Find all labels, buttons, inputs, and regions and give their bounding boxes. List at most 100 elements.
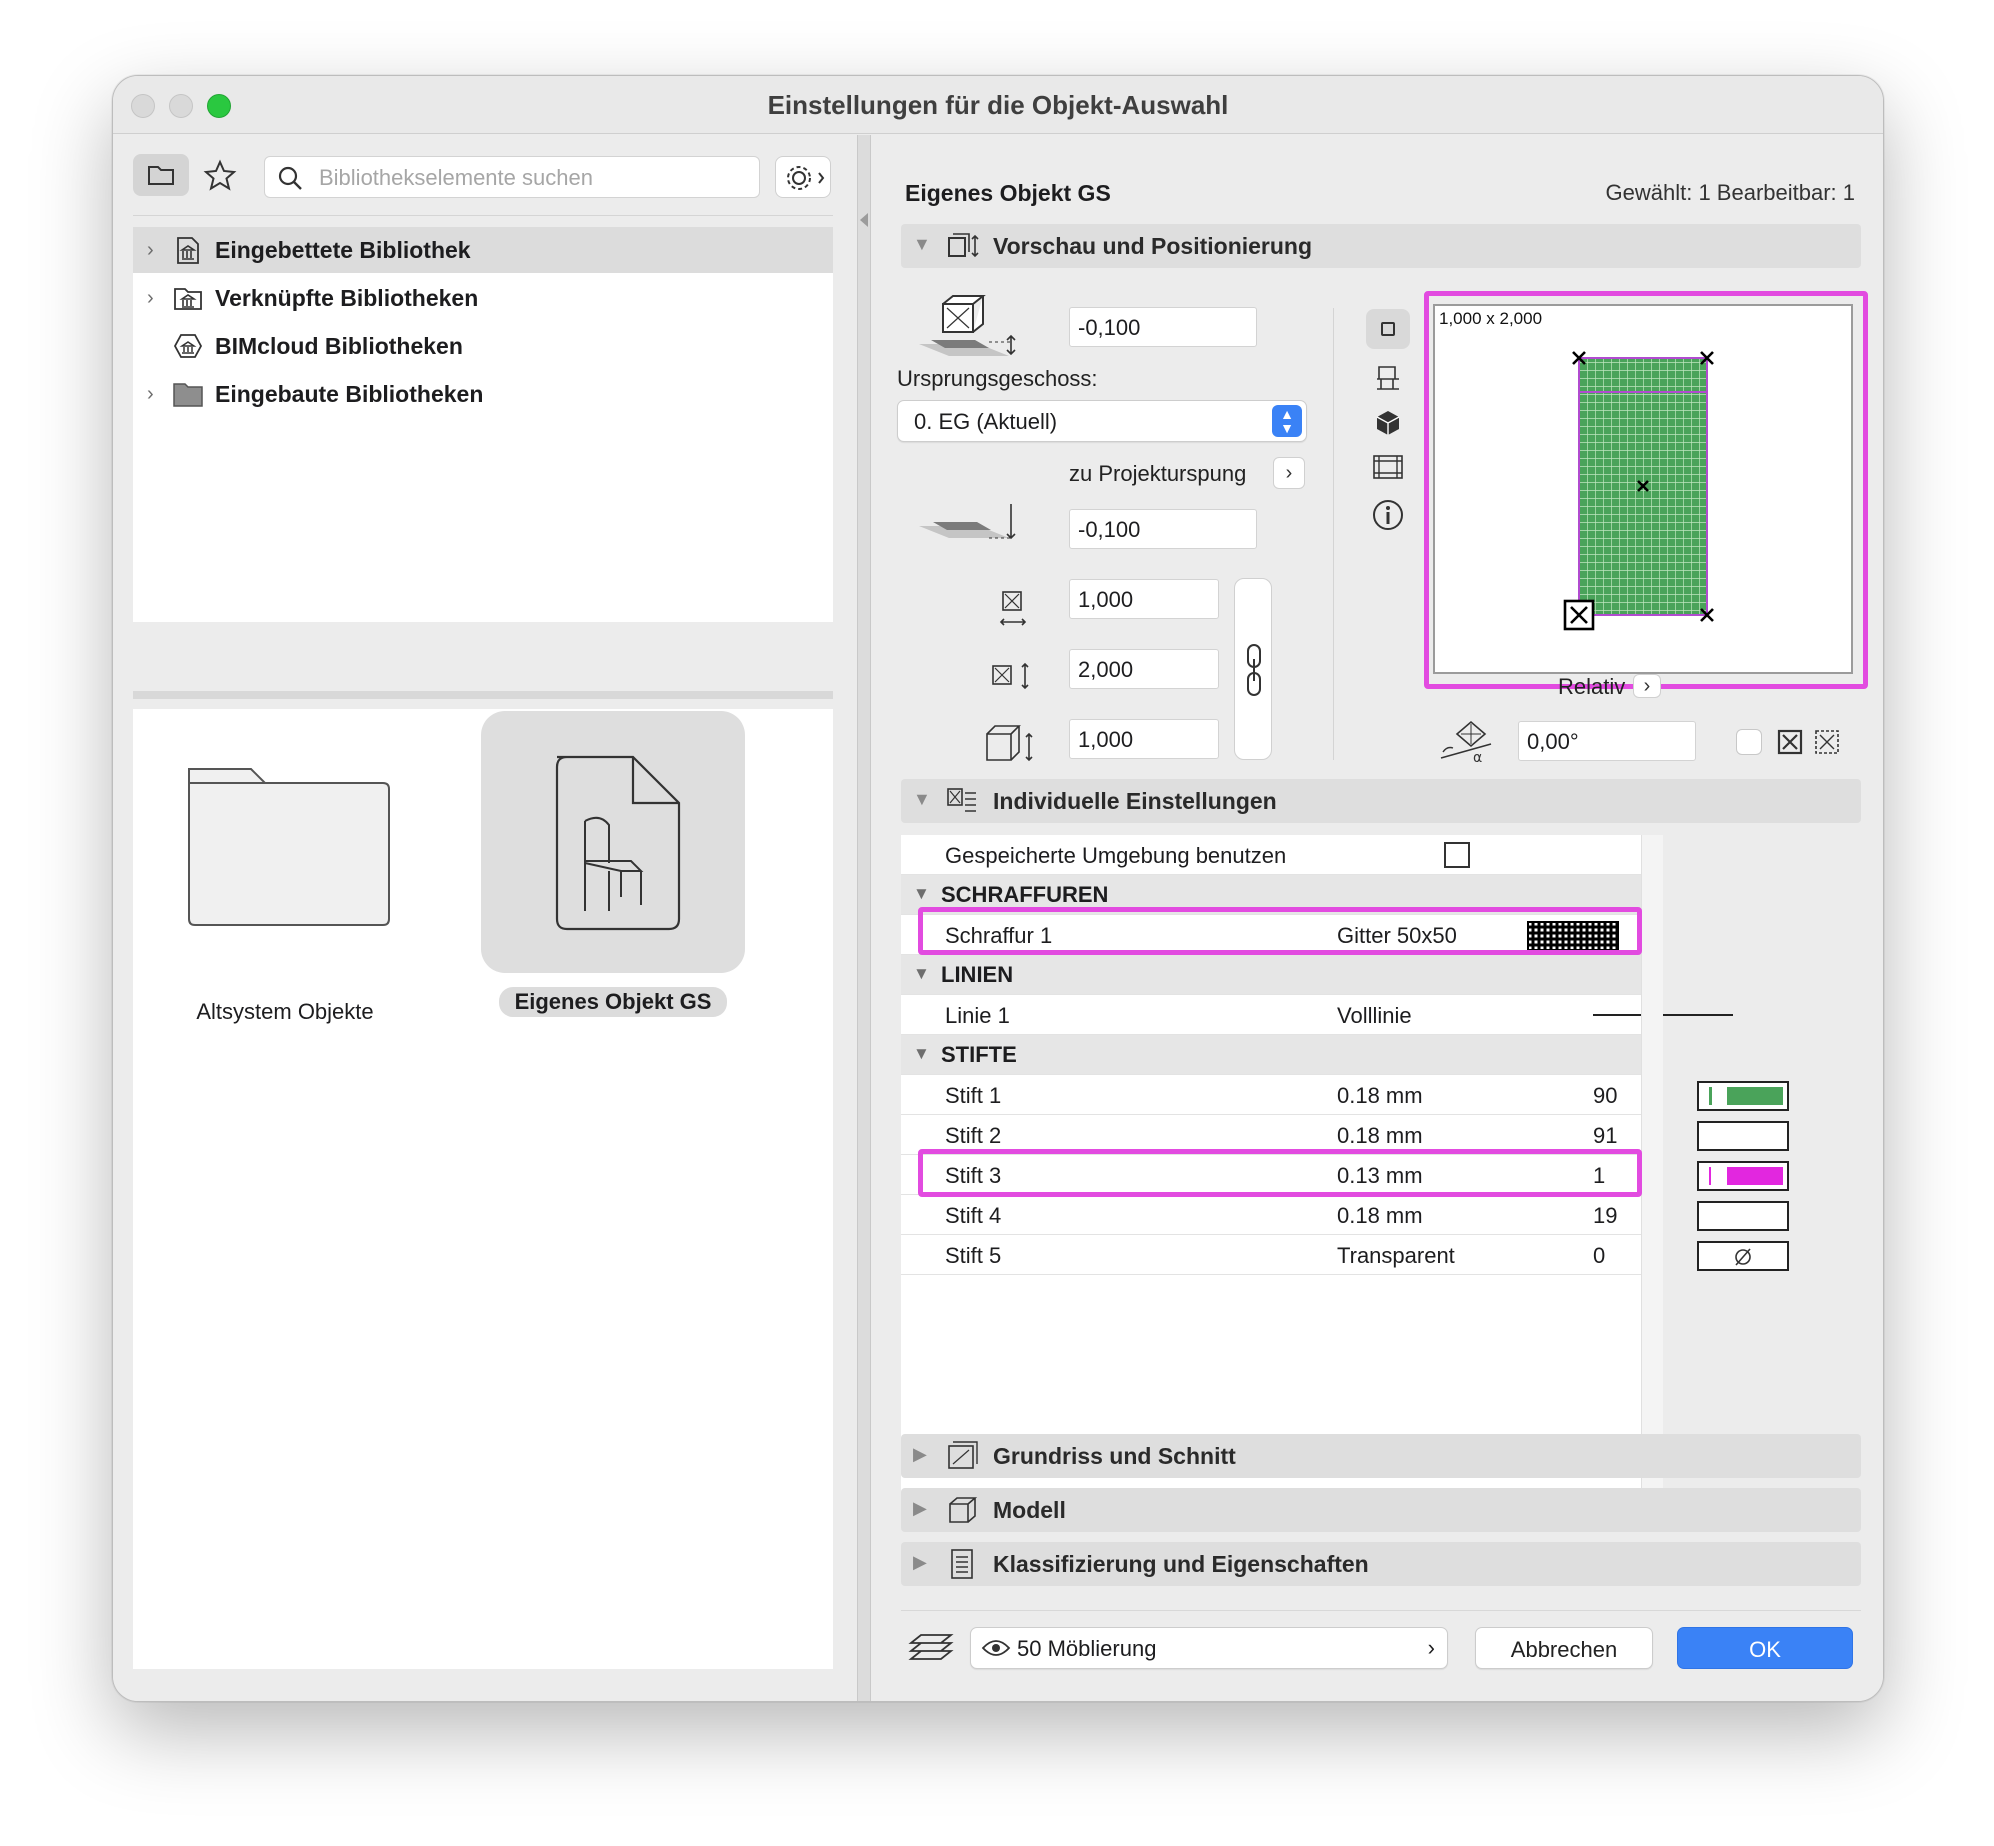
disclosure-closed-icon[interactable]: ▶ — [913, 1444, 927, 1465]
library-search-field[interactable]: Bibliothekselemente suchen — [264, 156, 760, 198]
info-icon[interactable] — [1371, 498, 1405, 532]
library-item-label: Eigenes Objekt GS — [499, 987, 727, 1017]
view-3d-icon[interactable] — [1373, 408, 1403, 438]
disclosure-open-icon[interactable]: ▼ — [913, 789, 931, 810]
disclosure-open-icon[interactable]: ▼ — [913, 1044, 930, 1064]
folder-icon — [188, 768, 390, 926]
pane-divider[interactable] — [857, 135, 871, 1701]
table-row-stift-4[interactable]: Stift 4 0.18 mm 19 — [901, 1195, 1789, 1235]
library-tree: › Eingebettete Bibliothek › Verknüpfte B… — [133, 227, 833, 622]
depth-field[interactable]: 2,000 — [1069, 649, 1219, 689]
depth-icon — [992, 662, 1029, 690]
panel-header-floorplan-section[interactable]: ▶ Grundriss und Schnitt — [901, 1434, 1861, 1478]
panel-title: Modell — [993, 1497, 1066, 1523]
object-name: Eigenes Objekt GS — [905, 180, 1111, 206]
pen-color-swatch[interactable] — [1697, 1121, 1789, 1151]
line-sample — [1593, 1014, 1733, 1016]
tree-item-bimcloud-libraries[interactable]: BIMcloud Bibliotheken — [133, 323, 833, 369]
panel-title: Grundriss und Schnitt — [993, 1443, 1236, 1469]
tree-item-builtin-libraries[interactable]: › Eingebaute Bibliotheken — [133, 371, 833, 417]
group-header-stifte[interactable]: ▼ STIFTE — [901, 1035, 1641, 1075]
rotation-angle-field[interactable]: 0,00° — [1518, 721, 1696, 761]
cancel-button[interactable]: Abbrechen — [1475, 1627, 1653, 1669]
selection-info: Gewählt: 1 Bearbeitbar: 1 — [1605, 180, 1855, 205]
search-placeholder: Bibliothekselemente suchen — [319, 165, 593, 190]
library-settings-button[interactable] — [775, 156, 831, 198]
chevron-right-icon[interactable]: › — [147, 383, 154, 406]
pen-name: Stift 2 — [945, 1123, 1002, 1148]
width-field[interactable]: 1,000 — [1069, 579, 1219, 619]
pen3-row-highlight-frame — [918, 1149, 1642, 1197]
view-section-icon[interactable] — [1373, 363, 1403, 393]
favorites-button[interactable] — [199, 154, 241, 196]
eye-icon — [981, 1640, 1011, 1656]
panel-title: Individuelle Einstellungen — [993, 788, 1277, 814]
pen-color-swatch[interactable] — [1697, 1161, 1789, 1191]
disclosure-open-icon[interactable]: ▼ — [913, 964, 930, 984]
tree-item-linked-libraries[interactable]: › Verknüpfte Bibliotheken — [133, 275, 833, 321]
mirror-checkbox[interactable] — [1736, 729, 1762, 755]
chevron-right-icon: › — [1427, 1635, 1435, 1660]
library-item-eigenes-objekt-gs[interactable]: Eigenes Objekt GS — [481, 711, 745, 1017]
tree-item-embedded-library[interactable]: › Eingebettete Bibliothek — [133, 227, 833, 273]
parameter-table-scrollbar[interactable] — [1641, 835, 1663, 1497]
ursprung-label: Ursprungsgeschoss: — [897, 366, 1098, 391]
mirror-icon[interactable] — [1776, 728, 1804, 756]
document-list-icon — [951, 1549, 973, 1579]
home-story-select[interactable]: 0. EG (Aktuell) ▲ ▼ — [897, 400, 1307, 442]
pen-color-swatch[interactable] — [1697, 1081, 1789, 1111]
square-icon — [1381, 322, 1395, 336]
pane-splitter[interactable] — [133, 691, 833, 699]
pen-color-swatch[interactable] — [1697, 1201, 1789, 1231]
disclosure-closed-icon[interactable]: ▶ — [913, 1552, 927, 1573]
individual-settings-icon — [947, 788, 976, 812]
tree-item-label: Verknüpfte Bibliotheken — [215, 285, 479, 311]
panel-header-preview-positioning[interactable]: ▼ Vorschau und Positionierung — [901, 224, 1861, 268]
svg-text:α: α — [1473, 750, 1482, 764]
layer-select[interactable]: 50 Möblierung › — [970, 1627, 1448, 1669]
mirror-dashed-icon[interactable] — [1813, 728, 1841, 756]
elevation-top-field[interactable]: -0,100 — [1069, 307, 1257, 347]
chevron-right-icon[interactable]: › — [147, 239, 154, 262]
disclosure-closed-icon[interactable]: ▶ — [913, 1498, 927, 1519]
panel-header-individual-settings[interactable]: ▼ Individuelle Einstellungen — [901, 779, 1861, 823]
ok-button[interactable]: OK — [1677, 1627, 1853, 1669]
pen-weight: 0.18 mm — [1337, 1123, 1423, 1148]
search-icon — [278, 166, 302, 190]
chevron-right-icon[interactable]: › — [147, 287, 154, 310]
pen-color-fill — [1727, 1087, 1783, 1105]
panel-title: Klassifizierung und Eigenschaften — [993, 1551, 1369, 1577]
group-header-linien[interactable]: ▼ LINIEN — [901, 955, 1641, 995]
elevation-project-field[interactable]: -0,100 — [1069, 509, 1257, 549]
pen-weight-mark — [1709, 1167, 1711, 1185]
pen-color-swatch[interactable] — [1697, 1241, 1789, 1271]
project-origin-toggle[interactable]: › — [1273, 457, 1305, 489]
panel-header-classification[interactable]: ▶ Klassifizierung und Eigenschaften — [901, 1542, 1861, 1586]
gespeichert-checkbox[interactable] — [1444, 842, 1470, 868]
star-icon — [203, 159, 237, 191]
table-row-linie-1[interactable]: Linie 1 Volllinie — [901, 995, 1733, 1035]
library-item-altsystem-objekte[interactable]: Altsystem Objekte — [153, 729, 390, 1024]
pen-weight-mark — [1709, 1087, 1712, 1105]
folder-view-button[interactable] — [133, 154, 189, 196]
group-label: LINIEN — [941, 962, 1014, 987]
disclosure-open-icon[interactable]: ▼ — [913, 234, 931, 255]
disclosure-open-icon[interactable]: ▼ — [913, 884, 930, 904]
view-floorplan-button[interactable] — [1366, 309, 1410, 349]
relativ-label: Relativ — [1558, 674, 1626, 699]
folder-icon — [173, 383, 203, 407]
panel-header-model[interactable]: ▶ Modell — [901, 1488, 1861, 1532]
view-elevation-icon[interactable] — [1371, 452, 1405, 482]
height-field[interactable]: 1,000 — [1069, 719, 1219, 759]
table-row-stift-1[interactable]: Stift 1 0.18 mm 90 — [901, 1075, 1789, 1115]
pen-index: 0 — [1593, 1243, 1606, 1268]
collapse-triangle-icon[interactable] — [860, 213, 868, 227]
floorplan-section-icon — [948, 1441, 978, 1469]
pen-index: 91 — [1593, 1123, 1618, 1148]
table-row-gespeichert[interactable]: Gespeicherte Umgebung benutzen — [901, 835, 1641, 875]
link-proportions-button[interactable] — [1234, 578, 1272, 760]
table-row-stift-5[interactable]: Stift 5 Transparent 0 — [901, 1235, 1789, 1275]
param-value: Volllinie — [1337, 1003, 1412, 1028]
gear-icon — [787, 166, 825, 190]
relativ-toggle[interactable]: › — [1633, 674, 1661, 698]
